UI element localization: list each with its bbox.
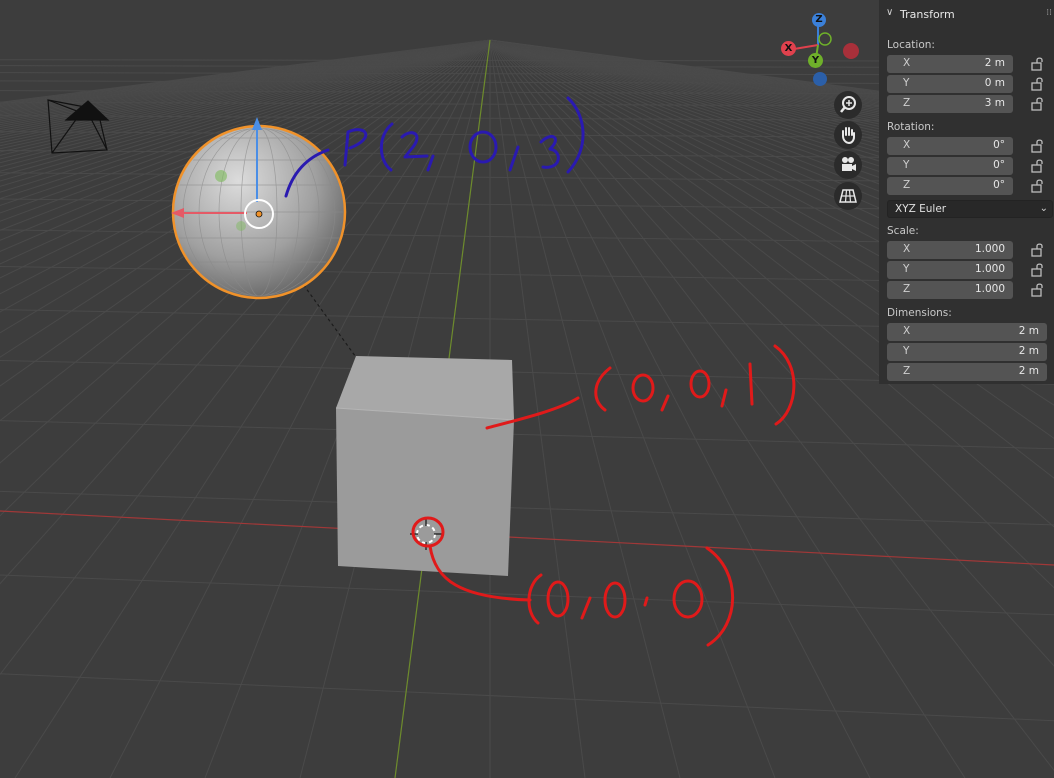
field-value: 2 m bbox=[984, 57, 1005, 69]
camera-view-button[interactable] bbox=[834, 151, 862, 179]
field-value: 2 m bbox=[1018, 345, 1039, 357]
grid-icon bbox=[839, 189, 857, 203]
dimensions-x-field[interactable]: X 2 m bbox=[887, 323, 1047, 341]
field-value: 0 m bbox=[984, 77, 1005, 89]
lock-icon[interactable] bbox=[1031, 159, 1045, 173]
lock-icon[interactable] bbox=[1031, 243, 1045, 257]
lock-icon[interactable] bbox=[1031, 77, 1045, 91]
location-label: Location: bbox=[887, 39, 935, 51]
drag-grip-icon[interactable]: ⁞⁞ bbox=[1046, 8, 1052, 18]
rotation-z-field[interactable]: Z 0° bbox=[887, 177, 1013, 195]
dimensions-label: Dimensions: bbox=[887, 307, 952, 319]
axis-label: X bbox=[903, 57, 911, 69]
axis-label: Z bbox=[903, 283, 911, 295]
rotation-label: Rotation: bbox=[887, 121, 935, 133]
hand-icon bbox=[842, 127, 855, 145]
dimensions-y-field[interactable]: Y 2 m bbox=[887, 343, 1047, 361]
rotation-mode-value: XYZ Euler bbox=[895, 203, 947, 215]
chevron-down-icon: ⌄ bbox=[1039, 203, 1048, 214]
lock-icon[interactable] bbox=[1031, 283, 1045, 297]
axis-label: Y bbox=[903, 159, 910, 171]
rotation-mode-select[interactable]: XYZ Euler ⌄ bbox=[887, 200, 1053, 218]
transform-panel-header[interactable]: ∨ Transform ⁞⁞ bbox=[879, 3, 1054, 25]
field-value: 2 m bbox=[1018, 325, 1039, 337]
camera-icon bbox=[842, 157, 856, 171]
axis-label: X bbox=[903, 243, 911, 255]
field-value: 1.000 bbox=[974, 283, 1005, 295]
rotation-y-field[interactable]: Y 0° bbox=[887, 157, 1013, 175]
zoom-icon bbox=[840, 96, 856, 113]
field-value: 1.000 bbox=[974, 263, 1005, 275]
scale-y-field[interactable]: Y 1.000 bbox=[887, 261, 1013, 279]
axis-label: Y bbox=[903, 345, 910, 357]
gizmo-y-axis[interactable]: Y bbox=[808, 53, 823, 68]
axis-label: Z bbox=[903, 365, 911, 377]
field-value: 0° bbox=[993, 179, 1005, 191]
lock-icon[interactable] bbox=[1031, 57, 1045, 71]
transform-panel: ∨ Transform ⁞⁞ Location: X2 m Y0 m Z3 m … bbox=[879, 0, 1054, 384]
axis-label: Z bbox=[903, 97, 911, 109]
axis-label: X bbox=[903, 139, 911, 151]
location-z-field[interactable]: Z 3 m bbox=[887, 95, 1013, 113]
field-value: 1.000 bbox=[974, 243, 1005, 255]
chevron-down-icon: ∨ bbox=[886, 7, 894, 18]
dimensions-z-field[interactable]: Z 2 m bbox=[887, 363, 1047, 381]
axis-label: Z bbox=[903, 179, 911, 191]
field-value: 2 m bbox=[1018, 365, 1039, 377]
lock-icon[interactable] bbox=[1031, 97, 1045, 111]
lock-icon[interactable] bbox=[1031, 263, 1045, 277]
panel-title: Transform bbox=[900, 8, 955, 21]
ortho-toggle-button[interactable] bbox=[834, 182, 862, 210]
gizmo-x-axis[interactable]: X bbox=[781, 41, 796, 56]
gizmo-neg-x bbox=[843, 43, 859, 59]
pan-button[interactable] bbox=[834, 121, 862, 149]
zoom-button[interactable] bbox=[834, 91, 862, 119]
gizmo-x-label: X bbox=[784, 43, 793, 54]
scale-x-field[interactable]: X 1.000 bbox=[887, 241, 1013, 259]
gizmo-z-label: Z bbox=[815, 14, 823, 25]
lock-icon[interactable] bbox=[1031, 139, 1045, 153]
scale-label: Scale: bbox=[887, 225, 919, 237]
rotation-x-field[interactable]: X 0° bbox=[887, 137, 1013, 155]
field-value: 0° bbox=[993, 159, 1005, 171]
location-y-field[interactable]: Y 0 m bbox=[887, 75, 1013, 93]
field-value: 3 m bbox=[984, 97, 1005, 109]
field-value: 0° bbox=[993, 139, 1005, 151]
scale-z-field[interactable]: Z 1.000 bbox=[887, 281, 1013, 299]
axis-label: Y bbox=[903, 77, 910, 89]
gizmo-z-axis[interactable]: Z bbox=[812, 13, 826, 27]
gizmo-y-label: Y bbox=[811, 55, 820, 66]
location-x-field[interactable]: X 2 m bbox=[887, 55, 1013, 73]
lock-icon[interactable] bbox=[1031, 179, 1045, 193]
gizmo-neg-z bbox=[813, 72, 827, 86]
axis-label: X bbox=[903, 325, 911, 337]
axis-label: Y bbox=[903, 263, 910, 275]
